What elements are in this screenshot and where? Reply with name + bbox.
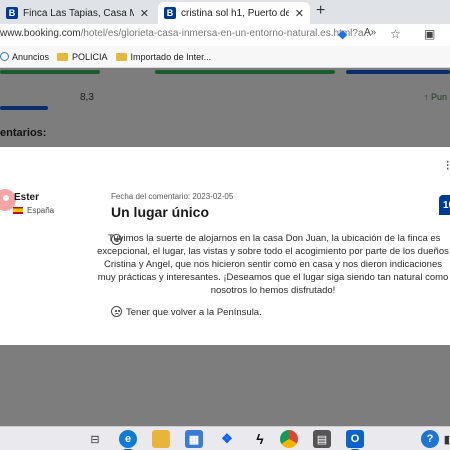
task-view-icon[interactable]: ⊟ <box>86 430 104 448</box>
app-icon[interactable]: ϟ <box>251 430 269 448</box>
close-tab-icon[interactable]: ✕ <box>295 7 304 20</box>
bookmark-label: Importado de Inter... <box>130 51 212 62</box>
rating-bar <box>0 70 100 74</box>
dropbox-icon[interactable]: ❖ <box>218 430 236 448</box>
address-bar[interactable]: www.booking.com/hotel/es/glorieta-casa-i… <box>0 24 450 46</box>
bookmark-importado[interactable]: Importado de Inter... <box>115 51 212 62</box>
booking-favicon-icon: B <box>6 7 18 19</box>
bookmark-label: POLICIA <box>72 51 108 62</box>
bookmark-policia[interactable]: POLICIA <box>57 52 108 62</box>
country-label: España <box>27 206 55 215</box>
read-aloud-icon[interactable]: A» <box>364 27 376 38</box>
bookmark-anuncios[interactable]: Anuncios <box>0 52 49 62</box>
booking-favicon-icon: B <box>164 7 176 19</box>
url-text[interactable]: www.booking.com/hotel/es/glorieta-casa-i… <box>0 28 372 39</box>
review-modal: ⁝ Ester España Fecha del comentario: 202… <box>0 147 450 345</box>
tray-icon[interactable]: ◧ <box>440 430 450 448</box>
edge-icon[interactable]: e <box>119 430 137 450</box>
positive-comment: Tuvimos la suerte de alojarnos en la cas… <box>97 233 449 296</box>
negative-comment: Tener que volver a la Península. <box>126 307 262 318</box>
review-score-badge: 10 <box>439 195 450 215</box>
url-path: /hotel/es/glorieta-casa-inmersa-en-un-en… <box>80 28 372 39</box>
rating-score: 8,3 <box>80 92 94 103</box>
tag-icon[interactable]: ◆ <box>338 27 347 41</box>
comments-heading: entarios: <box>0 127 47 139</box>
folder-icon <box>115 52 127 61</box>
spain-flag-icon <box>13 207 23 214</box>
tab-title: cristina sol h1, Puerto de la Cruz ( <box>181 7 289 19</box>
trend-text: Pun <box>431 92 448 102</box>
new-tab-button[interactable]: + <box>316 2 325 20</box>
help-icon[interactable]: ? <box>421 430 439 448</box>
review-date: Fecha del comentario: 2023-02-05 <box>111 192 234 201</box>
globe-icon <box>0 52 9 61</box>
tab-title: Finca Las Tapias, Casa Mañé - Me <box>23 7 134 19</box>
trend-label: ↑ Pun <box>424 92 447 102</box>
folder-icon <box>57 52 69 61</box>
browser-tab-strip: B Finca Las Tapias, Casa Mañé - Me ✕ B c… <box>0 0 450 24</box>
close-tab-icon[interactable]: ✕ <box>140 7 149 20</box>
chrome-icon[interactable] <box>280 430 298 448</box>
rating-bar <box>346 70 450 74</box>
reviewer-country: España <box>13 206 54 215</box>
rating-bar <box>0 106 48 110</box>
close-icon[interactable]: ⁝ <box>446 157 450 174</box>
review-title: Un lugar único <box>111 204 209 220</box>
browser-tab-2[interactable]: B cristina sol h1, Puerto de la Cruz ( ✕ <box>158 2 310 24</box>
bookmark-label: Anuncios <box>12 51 50 62</box>
browser-tab-1[interactable]: B Finca Las Tapias, Casa Mañé - Me ✕ <box>0 2 155 24</box>
bookmarks-bar: Anuncios POLICIA Importado de Inter... <box>0 46 450 68</box>
store-icon[interactable]: ▦ <box>185 430 203 448</box>
frown-icon <box>111 306 122 317</box>
arrow-up-icon: ↑ <box>424 92 432 102</box>
split-screen-icon[interactable]: ▣ <box>424 27 435 41</box>
favorite-star-icon[interactable]: ☆ <box>390 27 401 41</box>
file-explorer-icon[interactable] <box>152 430 170 448</box>
calculator-icon[interactable]: ▤ <box>313 430 331 448</box>
reviewer-name: Ester <box>14 192 40 203</box>
url-domain: www.booking.com <box>0 28 81 39</box>
outlook-icon[interactable]: O <box>346 430 364 450</box>
rating-bar <box>155 70 335 74</box>
taskbar: ⊟ e ▦ ❖ ϟ ▤ O ? ◧ <box>0 426 450 450</box>
